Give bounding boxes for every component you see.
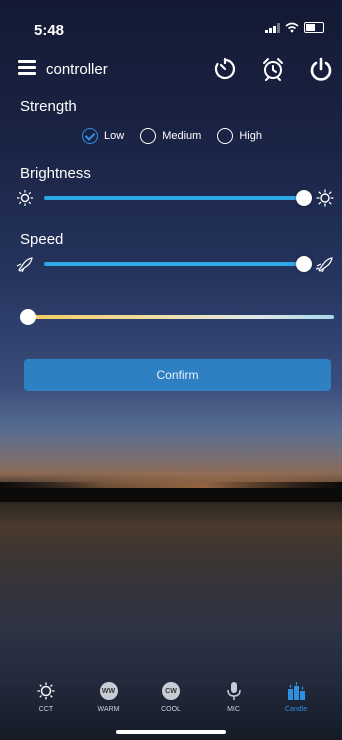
- nav-item-candle[interactable]: Candle: [272, 674, 320, 728]
- status-bar: 5:48: [0, 0, 342, 44]
- nav-item-warm[interactable]: WW WARM: [85, 674, 133, 728]
- speed-slider[interactable]: [0, 252, 342, 276]
- alarm-icon[interactable]: [260, 56, 286, 82]
- temperature-slider-thumb[interactable]: [20, 309, 36, 325]
- brightness-label: Brightness: [20, 165, 91, 182]
- bottom-nav: CCT WW WARM CW COOL MIC Candle: [8, 674, 334, 728]
- candle-icon: [285, 680, 307, 702]
- nav-label-mic: MIC: [227, 706, 240, 713]
- status-time: 5:48: [34, 22, 65, 39]
- radio-unchecked-icon[interactable]: [217, 128, 234, 144]
- strength-option-low[interactable]: Low: [82, 128, 124, 144]
- strength-option-medium[interactable]: Medium: [140, 128, 201, 144]
- radio-checked-icon[interactable]: [82, 128, 98, 144]
- strength-option-high[interactable]: High: [217, 128, 262, 144]
- radio-unchecked-icon[interactable]: [140, 128, 157, 144]
- speed-thumb[interactable]: [296, 256, 312, 272]
- system-icons: [265, 22, 324, 33]
- ww-icon: WW: [98, 680, 120, 702]
- speed-label: Speed: [20, 231, 64, 248]
- app-bar: controller: [0, 50, 342, 86]
- shoreline: [0, 482, 342, 502]
- cw-icon: CW: [160, 680, 182, 702]
- mic-icon: [223, 680, 245, 702]
- brightness-track[interactable]: [44, 196, 304, 200]
- nav-item-cool[interactable]: CW COOL: [147, 674, 195, 728]
- menu-icon[interactable]: [18, 60, 36, 76]
- sun-icon: [35, 680, 57, 702]
- screen: 5:48 controller Strength Low Medium High…: [0, 0, 342, 740]
- nav-label-cct: CCT: [38, 706, 54, 713]
- temperature-slider-track[interactable]: [20, 315, 334, 319]
- confirm-button[interactable]: Confirm: [24, 359, 331, 391]
- nav-item-mic[interactable]: MIC: [210, 674, 258, 728]
- brightness-thumb[interactable]: [296, 190, 312, 206]
- signal-icon: [265, 22, 280, 33]
- strength-label: Strength: [20, 98, 77, 115]
- wifi-icon: [285, 22, 299, 33]
- nav-label-cool: COOL: [161, 706, 181, 713]
- home-indicator: [116, 730, 226, 734]
- battery-icon: [304, 22, 324, 33]
- brightness-low-icon: [17, 190, 33, 206]
- speed-slow-icon: [16, 257, 33, 273]
- nav-item-cct[interactable]: CCT: [22, 674, 70, 728]
- strength-options: Low Medium High: [82, 126, 342, 146]
- speed-track[interactable]: [44, 262, 304, 266]
- brightness-high-icon: [316, 189, 334, 207]
- power-icon[interactable]: [308, 56, 334, 82]
- nav-label-warm: WARM: [97, 706, 120, 713]
- nav-label-candle: Candle: [284, 706, 308, 713]
- app-title: controller: [46, 61, 108, 78]
- timer-icon[interactable]: [212, 56, 238, 82]
- speed-fast-icon: [316, 257, 333, 273]
- brightness-slider[interactable]: [0, 186, 342, 210]
